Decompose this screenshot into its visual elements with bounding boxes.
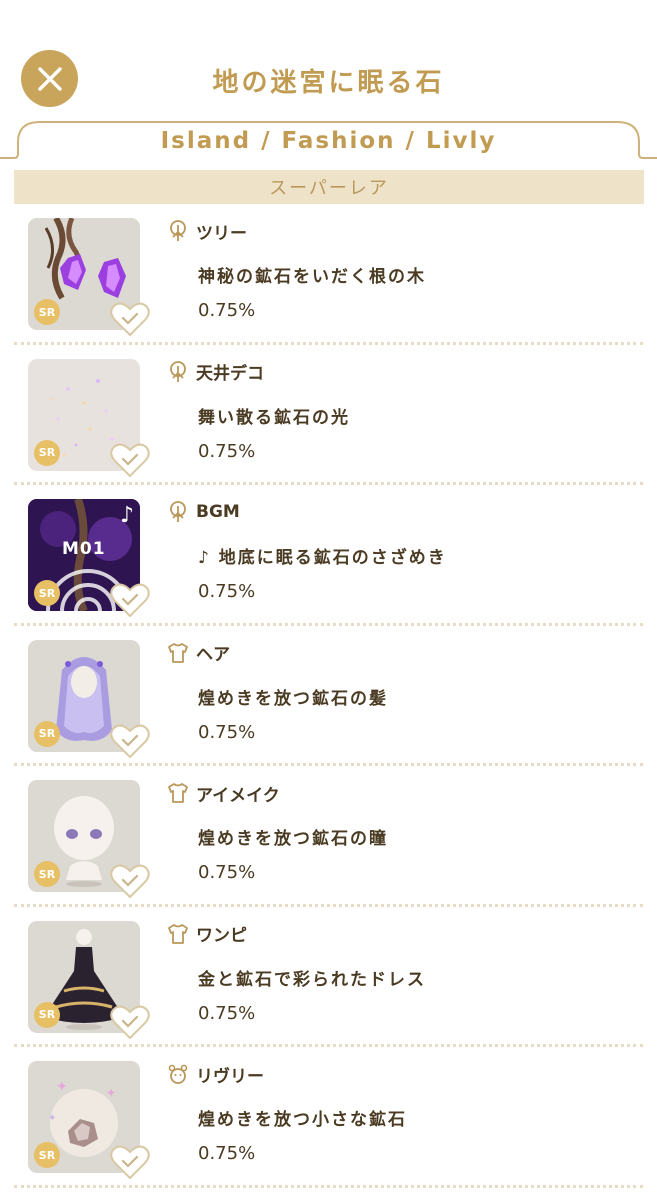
rarity-header: スーパーレア	[14, 170, 644, 204]
category-label: アイメイク	[196, 785, 280, 806]
bgm-number: M01	[62, 539, 106, 559]
favorite-heart-icon[interactable]	[110, 863, 150, 899]
rarity-badge: SR	[34, 861, 60, 887]
svg-text:✦: ✦	[48, 1113, 56, 1124]
item-name: 煌めきを放つ鉱石の瞳	[198, 829, 388, 849]
close-button[interactable]	[21, 50, 78, 107]
item-category: ワンピ	[166, 921, 247, 947]
shirt-icon	[168, 783, 188, 803]
favorite-heart-icon[interactable]	[110, 1144, 150, 1180]
category-label: ツリー	[196, 223, 247, 244]
rarity-badge: SR	[34, 720, 60, 747]
item-name: 煌めきを放つ鉱石の髪	[198, 688, 388, 709]
rarity-badge: SR	[34, 299, 60, 325]
list-item[interactable]: SR アイメイク 煌めきを放つ鉱石の瞳 0.75%	[0, 766, 657, 907]
tree-icon	[170, 501, 186, 522]
rarity-badge: SR	[34, 439, 60, 466]
drop-rate: 0.75%	[198, 721, 256, 743]
item-category: BGM	[166, 499, 240, 525]
drop-rate: 0.75%	[198, 440, 256, 462]
rarity-badge: SR	[34, 580, 60, 606]
item-name: 煌めきを放つ小さな鉱石	[198, 1110, 407, 1130]
category-label: リヴリー	[196, 1066, 264, 1087]
tree-icon	[170, 360, 186, 382]
item-list: SR ツリー 神秘の鉱石をいだく根の木 0.75% SR 天井デコ 舞い散る鉱石…	[0, 204, 657, 1188]
drop-rate: 0.75%	[198, 862, 256, 883]
close-icon	[37, 66, 62, 91]
list-item[interactable]: ♪ M01 SR BGM ♪ 地底に眠る鉱石のさざめき 0.75%	[0, 485, 657, 626]
item-category: リヴリー	[166, 1061, 264, 1087]
music-note-icon: ♪	[119, 503, 134, 528]
favorite-heart-icon[interactable]	[110, 582, 150, 618]
category-label: BGM	[196, 502, 240, 522]
item-name: 神秘の鉱石をいだく根の木	[198, 267, 426, 287]
rarity-badge: SR	[34, 1001, 60, 1028]
favorite-heart-icon[interactable]	[110, 301, 150, 337]
favorite-heart-icon[interactable]	[110, 442, 150, 478]
drop-rate: 0.75%	[198, 300, 256, 321]
svg-text:✦: ✦	[106, 1086, 116, 1100]
list-item[interactable]: SR ヘア 煌めきを放つ鉱石の髪 0.75%	[0, 626, 657, 766]
favorite-heart-icon[interactable]	[110, 723, 150, 759]
item-name: 舞い散る鉱石の光	[198, 407, 350, 428]
list-item[interactable]: SR 天井デコ 舞い散る鉱石の光 0.75%	[0, 345, 657, 485]
list-item[interactable]: SR ワンピ 金と鉱石で彩られたドレス 0.75%	[0, 907, 657, 1047]
item-name: ♪ 地底に眠る鉱石のさざめき	[198, 548, 447, 568]
item-category: ツリー	[166, 218, 247, 244]
item-category: 天井デコ	[166, 359, 264, 385]
category-label: ヘア	[196, 645, 230, 665]
drop-rate: 0.75%	[198, 1002, 256, 1024]
list-item[interactable]: SR ツリー 神秘の鉱石をいだく根の木 0.75%	[0, 204, 657, 345]
livly-icon	[168, 1064, 188, 1084]
rarity-badge: SR	[34, 1142, 60, 1168]
list-item[interactable]: ✦ ✦ ✦ SR リヴリー 煌めきを放つ小さな鉱石 0.75%	[0, 1047, 657, 1188]
shirt-icon	[168, 642, 188, 663]
item-category: アイメイク	[166, 780, 280, 806]
favorite-heart-icon[interactable]	[110, 1004, 150, 1040]
drop-rate: 0.75%	[198, 1143, 256, 1164]
rarity-label: スーパーレア	[269, 178, 389, 199]
category-label: ワンピ	[196, 926, 247, 946]
divider	[14, 1184, 643, 1188]
item-name: 金と鉱石で彩られたドレス	[198, 969, 426, 990]
header: 地の迷宮に眠る石	[0, 0, 657, 120]
svg-text:✦: ✦	[56, 1079, 68, 1095]
category-label: 天井デコ	[196, 364, 264, 384]
shirt-icon	[168, 923, 188, 944]
tab-path: Island / Fashion / Livly	[160, 128, 497, 154]
item-category: ヘア	[166, 640, 230, 666]
page-title: 地の迷宮に眠る石	[212, 68, 445, 98]
drop-rate: 0.75%	[198, 581, 256, 602]
tree-icon	[170, 220, 186, 241]
